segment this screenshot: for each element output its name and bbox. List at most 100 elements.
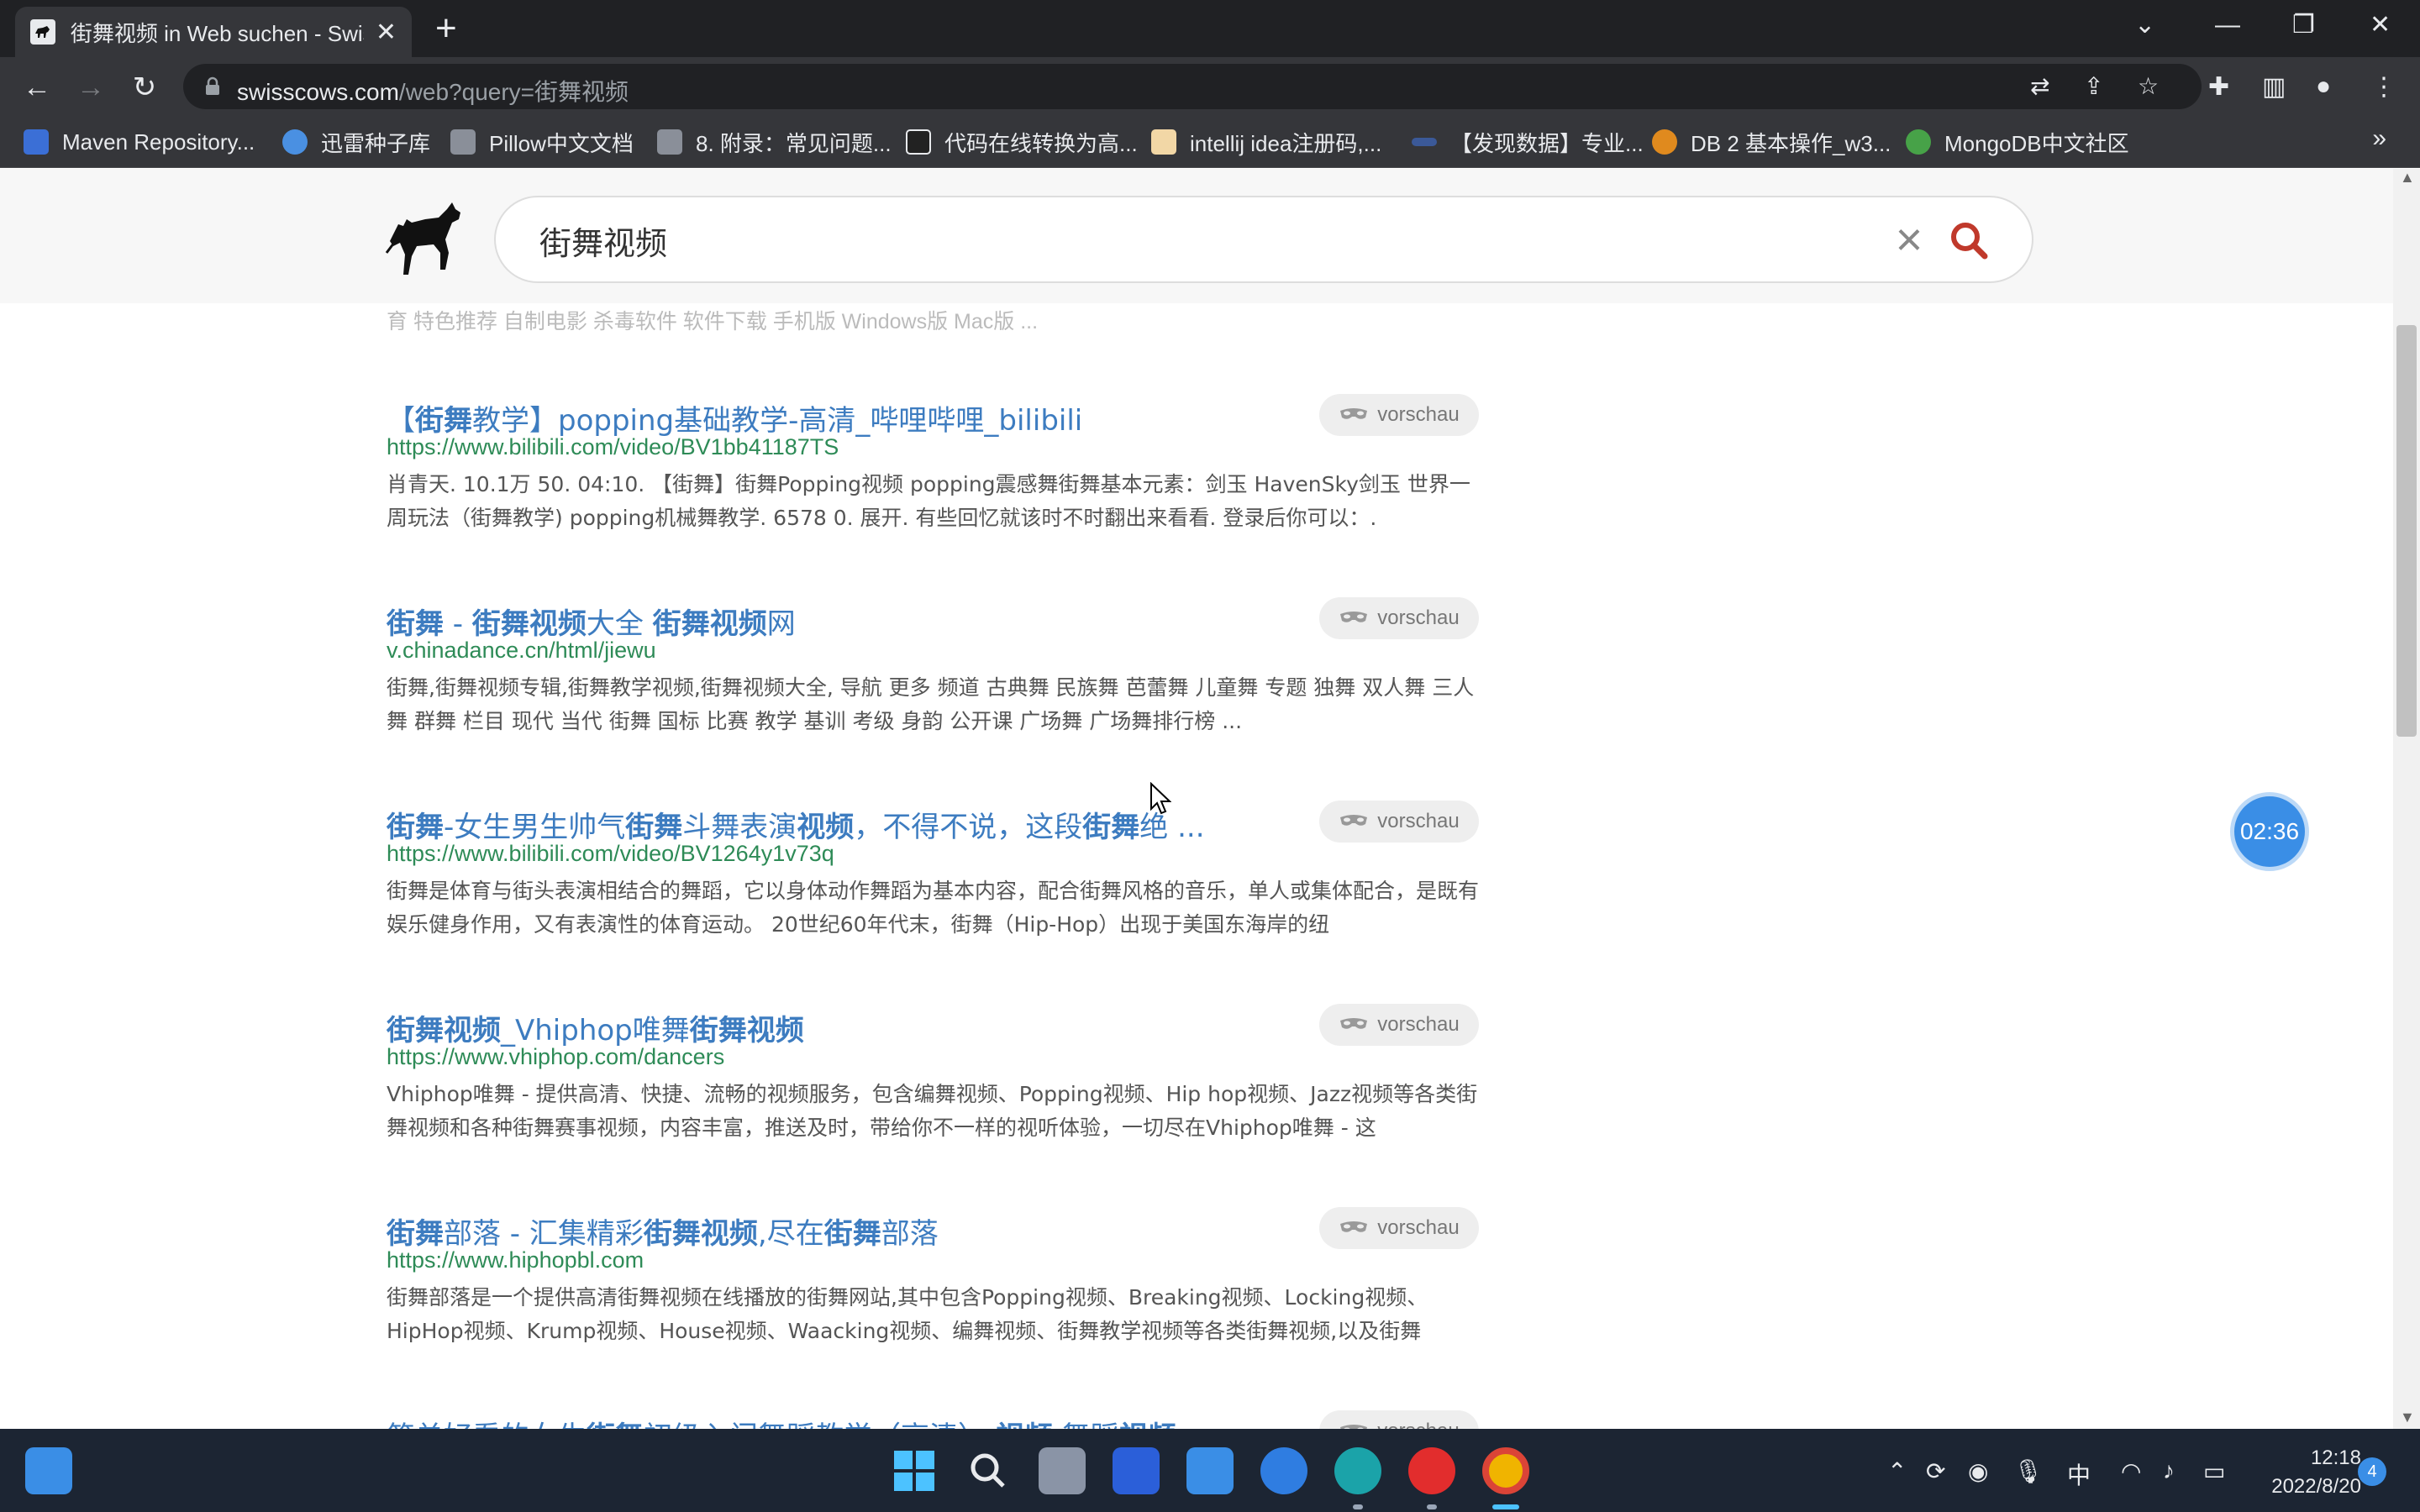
preview-button[interactable]: vorschau bbox=[1319, 1004, 1479, 1046]
preview-button[interactable]: vorschau bbox=[1319, 1207, 1479, 1249]
result-snippet: 肖青天. 10.1万 50. 04:10. 【街舞】街舞Popping视频 po… bbox=[387, 472, 1470, 530]
db2-icon bbox=[1652, 129, 1677, 155]
profile-icon[interactable]: ● bbox=[2316, 72, 2331, 101]
window-close-icon[interactable]: ✕ bbox=[2370, 8, 2391, 42]
mask-icon bbox=[1340, 815, 1368, 826]
side-panel-icon[interactable]: ▥ bbox=[2262, 72, 2286, 102]
extensions-icon[interactable]: ✚ bbox=[2208, 72, 2229, 102]
scroll-down-icon[interactable]: ▼ bbox=[2400, 1409, 2415, 1426]
app-active-indicator bbox=[1492, 1504, 1519, 1509]
bookmark-label: 8. 附录：常见问题... bbox=[696, 130, 892, 156]
minimize-icon[interactable]: — bbox=[2215, 8, 2240, 42]
netease-music-icon[interactable] bbox=[1408, 1447, 1455, 1494]
preview-button[interactable]: vorschau bbox=[1319, 597, 1479, 639]
scrollbar-thumb[interactable] bbox=[2396, 325, 2417, 737]
start-icon[interactable] bbox=[891, 1447, 938, 1494]
qq-icon[interactable]: ◉ bbox=[1968, 1457, 1988, 1485]
result-url[interactable]: v.chinadance.cn/html/jiewu bbox=[387, 638, 656, 664]
bookmark-star-icon[interactable]: ☆ bbox=[2138, 72, 2159, 100]
bookmark-item[interactable]: Pillow中文文档 bbox=[450, 126, 634, 158]
microphone-icon[interactable]: 🎙 bbox=[2013, 1457, 2044, 1485]
restore-icon[interactable]: ❐ bbox=[2292, 8, 2315, 42]
result-title-link[interactable]: 街舞部落 - 汇集精彩街舞视频,尽在街舞部落 bbox=[387, 1210, 939, 1252]
floating-timer-badge[interactable]: 02:36 bbox=[2230, 792, 2309, 871]
tab-close-icon[interactable]: ✕ bbox=[376, 18, 397, 47]
title-highlight: 街舞视频 bbox=[471, 607, 587, 641]
bookmark-item[interactable]: Maven Repository... bbox=[24, 126, 255, 158]
task-view-icon[interactable] bbox=[1039, 1447, 1086, 1494]
result-url[interactable]: https://www.hiphopbl.com bbox=[387, 1247, 644, 1273]
title-text: 大全 bbox=[586, 607, 653, 641]
search-icon[interactable] bbox=[1944, 216, 1995, 266]
widgets-icon[interactable] bbox=[25, 1447, 72, 1494]
forward-icon[interactable]: → bbox=[74, 71, 108, 104]
translate-icon[interactable]: ⇄ bbox=[2030, 72, 2049, 100]
wifi-icon[interactable]: ◠ bbox=[2121, 1457, 2141, 1485]
bookmark-item[interactable]: intellij idea注册码,... bbox=[1151, 126, 1381, 158]
idea-icon bbox=[1151, 129, 1176, 155]
bookmark-item[interactable]: 【发现数据】专业... bbox=[1412, 126, 1644, 158]
feishu-app-icon[interactable] bbox=[1186, 1447, 1234, 1494]
title-highlight: 街舞 bbox=[387, 607, 444, 641]
battery-icon[interactable]: ▭ bbox=[2203, 1457, 2225, 1485]
page-scrollbar[interactable]: ▲ ▼ bbox=[2393, 169, 2420, 1429]
bookmark-item[interactable]: 迅雷种子库 bbox=[282, 126, 430, 158]
url-path: /web?query=街舞视频 bbox=[398, 79, 629, 105]
menu-icon[interactable]: ⋮ bbox=[2371, 72, 2396, 102]
app-running-indicator bbox=[1353, 1504, 1363, 1509]
chrome-icon[interactable] bbox=[1482, 1447, 1529, 1494]
browser-app-icon[interactable] bbox=[1260, 1447, 1307, 1494]
title-text: ,尽在 bbox=[757, 1217, 824, 1251]
clear-search-icon[interactable]: × bbox=[1884, 214, 1934, 265]
volume-icon[interactable]: ♪ bbox=[2163, 1457, 2175, 1484]
preview-button[interactable]: vorschau bbox=[1319, 801, 1479, 843]
share-icon[interactable]: ⇪ bbox=[2084, 72, 2103, 100]
bookmark-label: 迅雷种子库 bbox=[321, 130, 431, 156]
preview-button[interactable]: vorschau bbox=[1319, 394, 1479, 436]
taskbar-clock[interactable]: 12:18 2022/8/20 bbox=[2252, 1444, 2361, 1501]
reload-icon[interactable]: ↻ bbox=[128, 71, 161, 104]
sync-icon[interactable]: ⟳ bbox=[1926, 1457, 1945, 1485]
preview-button[interactable]: vorschau bbox=[1319, 1410, 1479, 1429]
result-url[interactable]: https://www.vhiphop.com/dancers bbox=[387, 1044, 724, 1070]
new-tab-button[interactable]: + bbox=[435, 8, 457, 49]
bookmark-label: MongoDB中文社区 bbox=[1944, 130, 2129, 156]
bookmark-item[interactable]: 代码在线转换为高... bbox=[906, 126, 1138, 158]
result-title-link[interactable]: 【街舞教学】popping基础教学-高清_哔哩哔哩_bilibili bbox=[387, 397, 1082, 438]
preview-label: vorschau bbox=[1377, 810, 1460, 832]
search-taskbar-icon[interactable] bbox=[965, 1447, 1012, 1494]
bookmark-label: Maven Repository... bbox=[62, 129, 255, 155]
ime-indicator[interactable]: 中 bbox=[2067, 1457, 2091, 1491]
result-title-link[interactable]: 街舞 - 街舞视频大全 街舞视频网 bbox=[387, 601, 796, 642]
browser-tab[interactable]: 街舞视频 in Web suchen - Swisscows ✕ bbox=[15, 7, 412, 57]
title-highlight: 视频 bbox=[996, 1420, 1053, 1429]
title-highlight: 街舞 bbox=[823, 1217, 881, 1251]
tray-overflow-icon[interactable]: ⌃ bbox=[1887, 1457, 1907, 1485]
mask-icon bbox=[1340, 612, 1368, 622]
title-text: 教学】popping基础教学-高清_哔哩哔哩_bilibili bbox=[472, 404, 1083, 438]
back-icon[interactable]: ← bbox=[20, 71, 54, 104]
result-title-link[interactable]: 街舞视频_Vhiphop唯舞街舞视频 bbox=[387, 1007, 804, 1048]
editor-app-icon[interactable] bbox=[1113, 1447, 1160, 1494]
result-url[interactable]: https://www.bilibili.com/video/BV1264y1v… bbox=[387, 841, 834, 867]
bookmark-label: 代码在线转换为高... bbox=[944, 130, 1138, 156]
page-content: 育 特色推荐 自制电影 杀毒软件 软件下载 手机版 Windows版 Mac版 … bbox=[0, 169, 2420, 1429]
result-url[interactable]: https://www.bilibili.com/video/BV1bb4118… bbox=[387, 434, 839, 460]
result-title-link[interactable]: 简单好看的女生街舞初级入门舞蹈教学（高清） 视频 舞蹈视频 bbox=[387, 1414, 1176, 1429]
bookmark-item[interactable]: DB 2 基本操作_w3... bbox=[1652, 126, 1891, 158]
notification-badge[interactable]: 4 bbox=[2358, 1457, 2386, 1486]
result-title-link[interactable]: 街舞-女生男生帅气街舞斗舞表演视频，不得不说，这段街舞绝 ... bbox=[387, 804, 1205, 845]
bookmark-item[interactable]: 8. 附录：常见问题... bbox=[657, 126, 892, 158]
address-bar[interactable]: swisscows.com/web?query=街舞视频 ⇄ ⇪ ☆ bbox=[183, 64, 2202, 109]
tab-search-chevron-icon[interactable]: ⌄ bbox=[2134, 8, 2155, 42]
data-icon bbox=[1412, 138, 1437, 146]
swisscows-logo-icon[interactable] bbox=[378, 194, 471, 286]
more-bookmarks-icon[interactable]: » bbox=[2372, 124, 2386, 153]
scroll-up-icon[interactable]: ▲ bbox=[2400, 169, 2415, 186]
bookmark-item[interactable]: MongoDB中文社区 bbox=[1906, 126, 2129, 158]
bookmark-label: intellij idea注册码,... bbox=[1190, 130, 1382, 156]
document-icon bbox=[450, 129, 476, 155]
edge-icon[interactable] bbox=[1334, 1447, 1381, 1494]
search-input[interactable] bbox=[539, 219, 1884, 261]
lock-icon bbox=[206, 76, 219, 95]
